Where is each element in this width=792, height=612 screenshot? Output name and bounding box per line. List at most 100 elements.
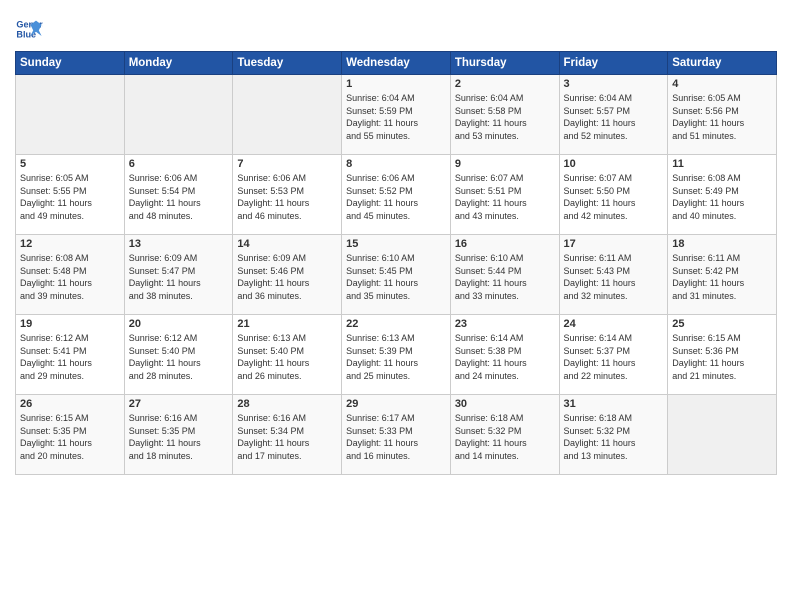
day-number: 1 [346,78,446,90]
calendar-cell: 10 Sunrise: 6:07 AMSunset: 5:50 PMDayligh… [559,155,668,235]
cell-info: Sunrise: 6:06 AMSunset: 5:53 PMDaylight:… [237,172,337,222]
weekday-header: Saturday [668,52,777,75]
calendar-cell [16,75,125,155]
day-number: 27 [129,398,229,410]
logo-icon: General Blue [15,15,43,43]
calendar-cell [124,75,233,155]
calendar-cell: 20 Sunrise: 6:12 AMSunset: 5:40 PMDayligh… [124,315,233,395]
cell-info: Sunrise: 6:11 AMSunset: 5:43 PMDaylight:… [564,252,664,302]
calendar-week-row: 1Sunrise: 6:04 AMSunset: 5:59 PMDaylight… [16,75,777,155]
cell-info: Sunrise: 6:06 AMSunset: 5:52 PMDaylight:… [346,172,446,222]
cell-info: Sunrise: 6:08 AMSunset: 5:49 PMDaylight:… [672,172,772,222]
calendar-cell: 17 Sunrise: 6:11 AMSunset: 5:43 PMDayligh… [559,235,668,315]
cell-info: Sunrise: 6:16 AMSunset: 5:34 PMDaylight:… [237,412,337,462]
calendar-cell: 23 Sunrise: 6:14 AMSunset: 5:38 PMDayligh… [450,315,559,395]
calendar-cell: 7 Sunrise: 6:06 AMSunset: 5:53 PMDaylight… [233,155,342,235]
day-number: 26 [20,398,120,410]
weekday-header: Monday [124,52,233,75]
calendar-cell: 25 Sunrise: 6:15 AMSunset: 5:36 PMDayligh… [668,315,777,395]
calendar-cell: 30 Sunrise: 6:18 AMSunset: 5:32 PMDayligh… [450,395,559,475]
day-number: 8 [346,158,446,170]
cell-info: Sunrise: 6:18 AMSunset: 5:32 PMDaylight:… [564,412,664,462]
day-number: 28 [237,398,337,410]
calendar-week-row: 5Sunrise: 6:05 AMSunset: 5:55 PMDaylight… [16,155,777,235]
cell-info: Sunrise: 6:07 AMSunset: 5:51 PMDaylight:… [455,172,555,222]
calendar-cell: 15 Sunrise: 6:10 AMSunset: 5:45 PMDayligh… [342,235,451,315]
calendar-week-row: 26 Sunrise: 6:15 AMSunset: 5:35 PMDayligh… [16,395,777,475]
calendar-cell: 27 Sunrise: 6:16 AMSunset: 5:35 PMDayligh… [124,395,233,475]
day-number: 29 [346,398,446,410]
cell-info: Sunrise: 6:04 AMSunset: 5:57 PMDaylight:… [564,92,664,142]
day-number: 11 [672,158,772,170]
cell-info: Sunrise: 6:10 AMSunset: 5:45 PMDaylight:… [346,252,446,302]
cell-info: Sunrise: 6:04 AMSunset: 5:58 PMDaylight:… [455,92,555,142]
calendar-cell: 19 Sunrise: 6:12 AMSunset: 5:41 PMDayligh… [16,315,125,395]
header: General Blue [15,10,777,43]
calendar-cell: 12 Sunrise: 6:08 AMSunset: 5:48 PMDayligh… [16,235,125,315]
day-number: 14 [237,238,337,250]
calendar-cell: 31 Sunrise: 6:18 AMSunset: 5:32 PMDayligh… [559,395,668,475]
day-number: 20 [129,318,229,330]
cell-info: Sunrise: 6:08 AMSunset: 5:48 PMDaylight:… [20,252,120,302]
calendar-cell: 13Sunrise: 6:09 AMSunset: 5:47 PMDayligh… [124,235,233,315]
calendar-cell: 16 Sunrise: 6:10 AMSunset: 5:44 PMDayligh… [450,235,559,315]
cell-info: Sunrise: 6:06 AMSunset: 5:54 PMDaylight:… [129,172,229,222]
weekday-header: Friday [559,52,668,75]
cell-info: Sunrise: 6:10 AMSunset: 5:44 PMDaylight:… [455,252,555,302]
cell-info: Sunrise: 6:09 AMSunset: 5:47 PMDaylight:… [129,252,229,302]
day-number: 21 [237,318,337,330]
calendar-cell: 11 Sunrise: 6:08 AMSunset: 5:49 PMDayligh… [668,155,777,235]
day-number: 12 [20,238,120,250]
calendar-cell: 4 Sunrise: 6:05 AMSunset: 5:56 PMDaylight… [668,75,777,155]
day-number: 9 [455,158,555,170]
day-number: 2 [455,78,555,90]
day-number: 24 [564,318,664,330]
day-number: 3 [564,78,664,90]
calendar-week-row: 19 Sunrise: 6:12 AMSunset: 5:41 PMDayligh… [16,315,777,395]
cell-info: Sunrise: 6:13 AMSunset: 5:39 PMDaylight:… [346,332,446,382]
calendar-cell [233,75,342,155]
cell-info: Sunrise: 6:12 AMSunset: 5:40 PMDaylight:… [129,332,229,382]
cell-info: Sunrise: 6:16 AMSunset: 5:35 PMDaylight:… [129,412,229,462]
calendar-cell: 18Sunrise: 6:11 AMSunset: 5:42 PMDayligh… [668,235,777,315]
calendar-cell: 3 Sunrise: 6:04 AMSunset: 5:57 PMDaylight… [559,75,668,155]
calendar-cell: 1Sunrise: 6:04 AMSunset: 5:59 PMDaylight… [342,75,451,155]
calendar-cell: 9 Sunrise: 6:07 AMSunset: 5:51 PMDaylight… [450,155,559,235]
cell-info: Sunrise: 6:05 AMSunset: 5:55 PMDaylight:… [20,172,120,222]
cell-info: Sunrise: 6:14 AMSunset: 5:38 PMDaylight:… [455,332,555,382]
calendar-cell: 29 Sunrise: 6:17 AMSunset: 5:33 PMDayligh… [342,395,451,475]
day-number: 19 [20,318,120,330]
calendar-container: General Blue SundayMondayTuesdayWednesda… [0,0,792,485]
calendar-cell: 8 Sunrise: 6:06 AMSunset: 5:52 PMDaylight… [342,155,451,235]
day-number: 31 [564,398,664,410]
day-number: 18 [672,238,772,250]
cell-info: Sunrise: 6:15 AMSunset: 5:36 PMDaylight:… [672,332,772,382]
day-number: 30 [455,398,555,410]
day-number: 7 [237,158,337,170]
cell-info: Sunrise: 6:05 AMSunset: 5:56 PMDaylight:… [672,92,772,142]
calendar-week-row: 12 Sunrise: 6:08 AMSunset: 5:48 PMDayligh… [16,235,777,315]
day-number: 16 [455,238,555,250]
weekday-header: Sunday [16,52,125,75]
cell-info: Sunrise: 6:18 AMSunset: 5:32 PMDaylight:… [455,412,555,462]
calendar-cell: 5Sunrise: 6:05 AMSunset: 5:55 PMDaylight… [16,155,125,235]
day-number: 25 [672,318,772,330]
day-number: 17 [564,238,664,250]
calendar-table: SundayMondayTuesdayWednesdayThursdayFrid… [15,51,777,475]
day-number: 6 [129,158,229,170]
cell-info: Sunrise: 6:17 AMSunset: 5:33 PMDaylight:… [346,412,446,462]
calendar-cell: 14 Sunrise: 6:09 AMSunset: 5:46 PMDayligh… [233,235,342,315]
calendar-cell: 22Sunrise: 6:13 AMSunset: 5:39 PMDayligh… [342,315,451,395]
day-number: 4 [672,78,772,90]
weekday-header: Tuesday [233,52,342,75]
weekday-header: Wednesday [342,52,451,75]
cell-info: Sunrise: 6:07 AMSunset: 5:50 PMDaylight:… [564,172,664,222]
calendar-cell: 28 Sunrise: 6:16 AMSunset: 5:34 PMDayligh… [233,395,342,475]
calendar-cell: 6 Sunrise: 6:06 AMSunset: 5:54 PMDaylight… [124,155,233,235]
day-number: 15 [346,238,446,250]
cell-info: Sunrise: 6:15 AMSunset: 5:35 PMDaylight:… [20,412,120,462]
day-number: 10 [564,158,664,170]
cell-info: Sunrise: 6:12 AMSunset: 5:41 PMDaylight:… [20,332,120,382]
day-number: 23 [455,318,555,330]
cell-info: Sunrise: 6:09 AMSunset: 5:46 PMDaylight:… [237,252,337,302]
